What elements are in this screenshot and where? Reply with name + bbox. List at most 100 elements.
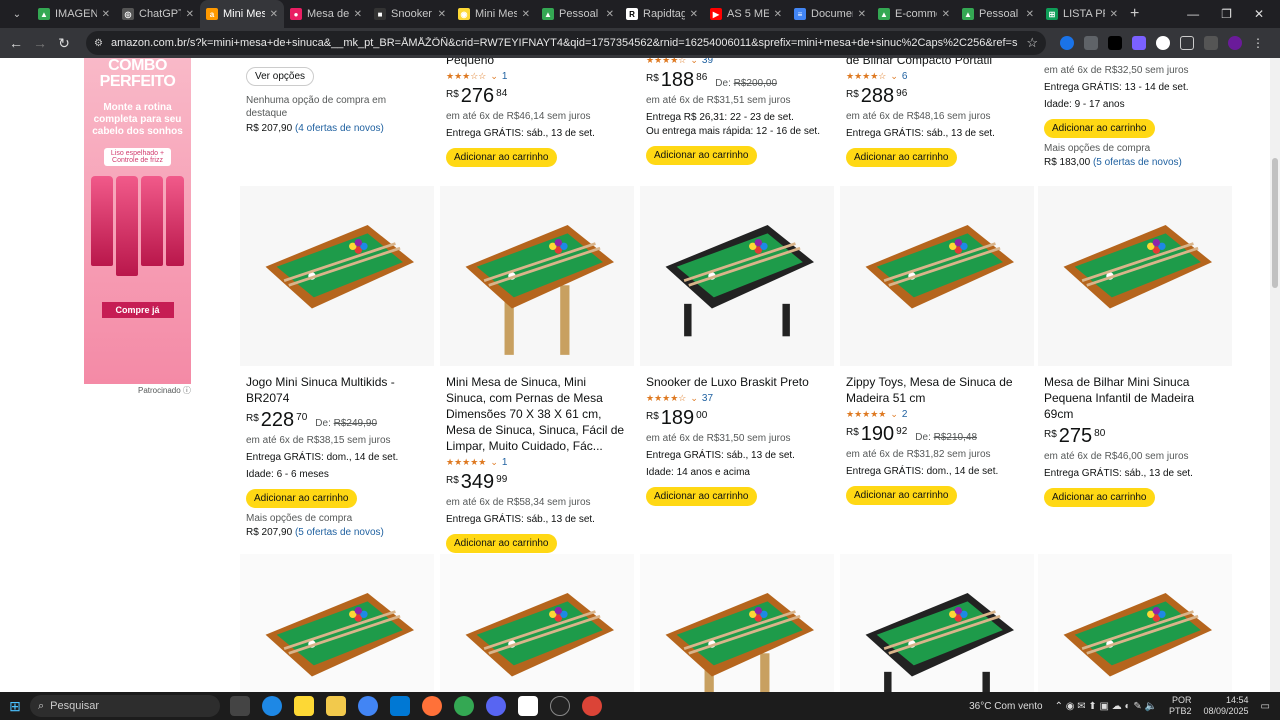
product-image[interactable] xyxy=(840,186,1034,366)
chrome-icon[interactable] xyxy=(582,696,602,716)
site-info-icon[interactable]: ⚙ xyxy=(94,38,103,49)
product-title[interactable]: Jogo Mini Sinuca Multikids - BR2074 xyxy=(240,374,434,406)
clock[interactable]: 14:54 08/09/2025 xyxy=(1204,695,1249,717)
browser-tab[interactable]: ▶ AS 5 MELH ✕ xyxy=(704,0,788,28)
app-icon[interactable] xyxy=(390,696,410,716)
more-buying-options[interactable]: Mais opções de compra xyxy=(240,512,434,525)
ad-buy-button[interactable]: Compre já xyxy=(101,302,174,318)
browser-tab[interactable]: ◉ Mini Mesa ✕ xyxy=(452,0,536,28)
browser-tab[interactable]: a Mini Mesa ✕ xyxy=(200,0,284,28)
tab-close-icon[interactable]: ✕ xyxy=(858,9,866,20)
tab-close-icon[interactable]: ✕ xyxy=(522,9,530,20)
add-to-cart-button[interactable]: Adicionar ao carrinho xyxy=(1044,119,1155,138)
add-to-cart-button[interactable]: Adicionar ao carrinho xyxy=(1044,488,1155,507)
tab-close-icon[interactable]: ✕ xyxy=(438,9,446,20)
tab-close-icon[interactable]: ✕ xyxy=(942,9,950,20)
browser-tab[interactable]: ■ Snooker d ✕ xyxy=(368,0,452,28)
tab-close-icon[interactable]: ✕ xyxy=(186,9,194,20)
new-tab-button[interactable]: + xyxy=(1130,5,1139,23)
windows-start-icon[interactable]: ⊞ xyxy=(0,698,30,715)
forward-button[interactable]: → xyxy=(28,35,52,51)
back-button[interactable]: ← xyxy=(4,35,28,51)
reload-button[interactable]: ↻ xyxy=(52,35,76,52)
tab-close-icon[interactable]: ✕ xyxy=(774,9,782,20)
tab-close-icon[interactable]: ✕ xyxy=(354,9,362,20)
tab-close-icon[interactable]: ✕ xyxy=(606,9,614,20)
firefox-icon[interactable] xyxy=(422,696,442,716)
product-title[interactable]: Zippy Toys, Mesa de Sinuca de Madeira 51… xyxy=(840,374,1034,406)
maximize-button[interactable]: ❐ xyxy=(1221,7,1232,21)
tab-close-icon[interactable]: ✕ xyxy=(102,9,110,20)
minimize-button[interactable]: — xyxy=(1187,7,1199,21)
add-to-cart-button[interactable]: Adicionar ao carrinho xyxy=(646,146,757,165)
add-to-cart-button[interactable]: Adicionar ao carrinho xyxy=(846,486,957,505)
browser-tab[interactable]: ▲ Pessoal - C ✕ xyxy=(536,0,620,28)
browser-tab[interactable]: ▲ IMAGENS ✕ xyxy=(32,0,116,28)
offers-link[interactable]: (5 ofertas de novos) xyxy=(295,527,384,538)
rating-stars[interactable]: ★★★☆☆ ⌄ 1 xyxy=(440,71,634,82)
browser-tab[interactable]: ⊞ LISTA PRO ✕ xyxy=(1040,0,1124,28)
product-image[interactable] xyxy=(1038,186,1232,366)
notion-icon[interactable] xyxy=(518,696,538,716)
product-title[interactable]: Pequeno xyxy=(440,58,634,68)
product-image[interactable] xyxy=(440,186,634,366)
tab-search-button[interactable]: ⌄ xyxy=(6,3,28,25)
tab-close-icon[interactable]: ✕ xyxy=(1026,9,1034,20)
chrome-icon[interactable] xyxy=(358,696,378,716)
profile-avatar[interactable] xyxy=(1228,36,1242,50)
task-view-icon[interactable] xyxy=(230,696,250,716)
product-title[interactable]: Mini Mesa de Sinuca, Mini Sinuca, com Pe… xyxy=(440,374,634,454)
rating-stars[interactable]: ★★★★★ ⌄ 2 xyxy=(840,409,1034,420)
product-image[interactable] xyxy=(640,186,834,366)
add-to-cart-button[interactable]: Adicionar ao carrinho xyxy=(846,148,957,167)
taskbar-search[interactable]: ⌕ Pesquisar xyxy=(30,695,220,717)
see-options-button[interactable]: Ver opções xyxy=(246,67,315,86)
product-image[interactable] xyxy=(840,554,1034,692)
add-to-cart-button[interactable]: Adicionar ao carrinho xyxy=(446,148,557,167)
rating-stars[interactable]: ★★★★★ ⌄ 1 xyxy=(440,457,634,468)
product-image[interactable] xyxy=(240,186,434,366)
product-image[interactable] xyxy=(1038,554,1232,692)
offers-link[interactable]: (5 ofertas de novos) xyxy=(1093,157,1182,168)
browser-tab[interactable]: ≡ Documen ✕ xyxy=(788,0,872,28)
discord-icon[interactable] xyxy=(486,696,506,716)
rating-stars[interactable]: ★★★★☆ ⌄ 39 xyxy=(640,58,834,66)
browser-tab[interactable]: ▲ E-commer ✕ xyxy=(872,0,956,28)
product-image[interactable] xyxy=(640,554,834,692)
add-to-cart-button[interactable]: Adicionar ao carrinho xyxy=(246,489,357,508)
app-icon[interactable] xyxy=(262,696,282,716)
app-icon[interactable] xyxy=(550,696,570,716)
browser-tab[interactable]: ▲ Pessoal - C ✕ xyxy=(956,0,1040,28)
reading-list-icon[interactable] xyxy=(1204,36,1218,50)
page-scrollbar[interactable] xyxy=(1270,58,1280,692)
language-indicator[interactable]: POR PTB2 xyxy=(1169,695,1192,717)
notifications-icon[interactable]: ▭ xyxy=(1261,701,1270,712)
rating-stars[interactable]: ★★★★☆ ⌄ 6 xyxy=(840,71,1034,82)
browser-tab[interactable]: R Rapidtags ✕ xyxy=(620,0,704,28)
folder-icon[interactable] xyxy=(326,696,346,716)
more-buying-options[interactable]: Mais opções de compra xyxy=(1038,142,1232,155)
browser-tab[interactable]: ● Mesa de B ✕ xyxy=(284,0,368,28)
extension-icon[interactable] xyxy=(1132,36,1146,50)
scrollbar-thumb[interactable] xyxy=(1272,158,1278,288)
extension-icon[interactable] xyxy=(1084,36,1098,50)
close-window-button[interactable]: ✕ xyxy=(1254,7,1264,21)
file-explorer-icon[interactable] xyxy=(294,696,314,716)
weather-widget[interactable]: 36°C Com vento xyxy=(969,701,1042,712)
tray-icons[interactable]: ⌃ ◉ ✉ ⬆ ▣ ☁ ◐ ✎ 🔈 xyxy=(1055,701,1157,712)
product-title[interactable]: Mesa de Bilhar Mini Sinuca Pequena Infan… xyxy=(1038,374,1232,422)
product-title[interactable]: Snooker de Luxo Braskit Preto xyxy=(640,374,834,390)
extensions-puzzle-icon[interactable] xyxy=(1180,36,1194,50)
tab-close-icon[interactable]: ✕ xyxy=(270,9,278,20)
chrome-profile-icon[interactable] xyxy=(454,696,474,716)
add-to-cart-button[interactable]: Adicionar ao carrinho xyxy=(646,487,757,506)
bookmark-star-icon[interactable]: ☆ xyxy=(1026,35,1038,51)
product-image[interactable] xyxy=(440,554,634,692)
sponsored-ad-banner[interactable]: COMBO PERFEITO Monte a rotina completa p… xyxy=(84,58,191,384)
product-title[interactable]: de Bilhar Compacto Portátil xyxy=(840,58,1034,68)
browser-tab[interactable]: ◎ ChatGPT ✕ xyxy=(116,0,200,28)
menu-kebab-icon[interactable]: ⋮ xyxy=(1252,36,1264,50)
offers-link[interactable]: (4 ofertas de novos) xyxy=(295,123,384,134)
rating-stars[interactable]: ★★★★☆ ⌄ 37 xyxy=(640,393,834,404)
tab-close-icon[interactable]: ✕ xyxy=(690,9,698,20)
